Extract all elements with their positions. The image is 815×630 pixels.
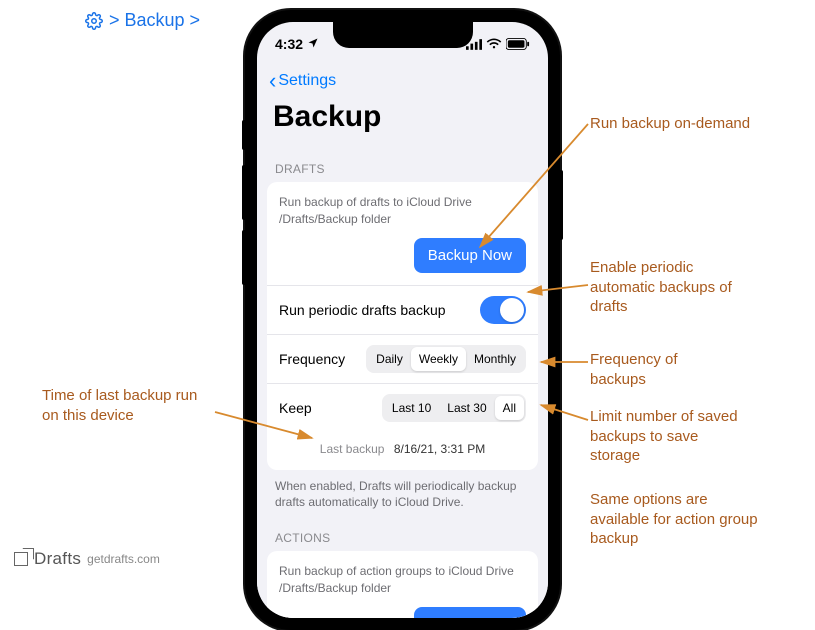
last-backup-label: Last backup — [320, 442, 385, 456]
last-backup-row: Last backup 8/16/21, 3:31 PM — [279, 432, 526, 458]
back-button[interactable]: ‹ Settings — [257, 62, 548, 100]
drafts-card: Run backup of drafts to iCloud Drive /Dr… — [267, 182, 538, 470]
frequency-label: Frequency — [279, 351, 345, 367]
keep-10[interactable]: Last 10 — [384, 396, 439, 420]
frequency-segmented[interactable]: Daily Weekly Monthly — [366, 345, 526, 373]
phone-screen: 4:32 ‹ Settings Backup DRAFTS Run backup… — [257, 22, 548, 618]
back-label: Settings — [278, 72, 336, 90]
keep-30[interactable]: Last 30 — [439, 396, 494, 420]
phone-frame: 4:32 ‹ Settings Backup DRAFTS Run backup… — [245, 10, 560, 630]
status-time: 4:32 — [275, 36, 303, 52]
breadcrumb-label: > Backup > — [109, 10, 200, 31]
section-header-actions: ACTIONS — [257, 515, 548, 551]
annot-keep: Limit number of saved backups to save st… — [590, 407, 750, 466]
actions-backup-now-button[interactable]: Backup Now — [414, 607, 526, 618]
periodic-toggle[interactable] — [480, 296, 526, 324]
notch — [333, 22, 473, 48]
freq-weekly[interactable]: Weekly — [411, 347, 466, 371]
freq-daily[interactable]: Daily — [368, 347, 411, 371]
gear-icon — [85, 12, 103, 30]
battery-icon — [506, 38, 530, 50]
actions-card: Run backup of action groups to iCloud Dr… — [267, 551, 538, 618]
annot-run-backup: Run backup on-demand — [590, 114, 750, 134]
page-footer: Drafts getdrafts.com — [14, 549, 160, 569]
keep-segmented[interactable]: Last 10 Last 30 All — [382, 394, 526, 422]
annot-same-options: Same options are available for action gr… — [590, 490, 770, 549]
keep-all[interactable]: All — [495, 396, 524, 420]
chevron-left-icon: ‹ — [269, 70, 276, 92]
popout-icon — [14, 552, 28, 566]
annot-last-backup: Time of last backup run on this device — [42, 386, 212, 425]
backup-now-button[interactable]: Backup Now — [414, 238, 526, 273]
drafts-desc: Run backup of drafts to iCloud Drive /Dr… — [279, 194, 526, 228]
location-icon — [307, 36, 319, 52]
periodic-label: Run periodic drafts backup — [279, 302, 446, 318]
footer-brand: Drafts — [34, 549, 81, 569]
wifi-icon — [486, 38, 502, 50]
page-title: Backup — [257, 100, 548, 146]
drafts-footnote: When enabled, Drafts will periodically b… — [257, 470, 548, 516]
freq-monthly[interactable]: Monthly — [466, 347, 524, 371]
section-header-drafts: DRAFTS — [257, 146, 548, 182]
annot-periodic: Enable periodic automatic backups of dra… — [590, 258, 760, 317]
annot-frequency: Frequency of backups — [590, 350, 720, 389]
settings-content: ‹ Settings Backup DRAFTS Run backup of d… — [257, 62, 548, 618]
actions-desc: Run backup of action groups to iCloud Dr… — [279, 563, 526, 597]
last-backup-value: 8/16/21, 3:31 PM — [394, 442, 485, 456]
footer-url: getdrafts.com — [87, 552, 160, 566]
keep-label: Keep — [279, 400, 312, 416]
breadcrumb[interactable]: > Backup > — [85, 10, 200, 31]
